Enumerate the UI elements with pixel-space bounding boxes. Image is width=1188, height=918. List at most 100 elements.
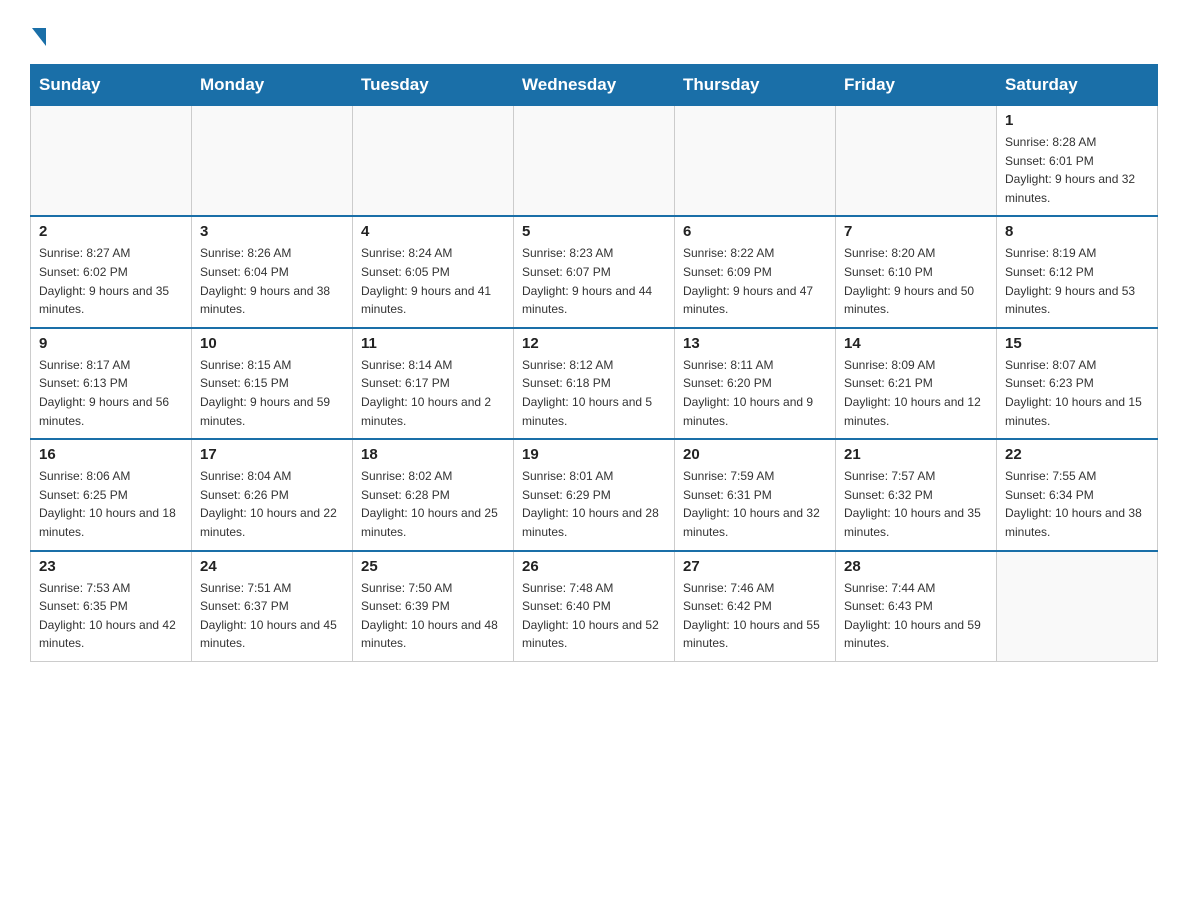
calendar-cell: 12 Sunrise: 8:12 AM Sunset: 6:18 PM Dayli… [514,328,675,439]
week-row-3: 9 Sunrise: 8:17 AM Sunset: 6:13 PM Daylig… [31,328,1158,439]
header-thursday: Thursday [675,65,836,106]
calendar-cell: 10 Sunrise: 8:15 AM Sunset: 6:15 PM Dayli… [192,328,353,439]
calendar-cell [192,106,353,217]
day-info: Sunrise: 7:51 AM Sunset: 6:37 PM Dayligh… [200,579,344,653]
week-row-1: 1Sunrise: 8:28 AM Sunset: 6:01 PM Daylig… [31,106,1158,217]
header-wednesday: Wednesday [514,65,675,106]
day-number: 8 [1005,223,1149,240]
day-number: 13 [683,335,827,352]
calendar-table: Sunday Monday Tuesday Wednesday Thursday… [30,64,1158,662]
week-row-2: 2Sunrise: 8:27 AM Sunset: 6:02 PM Daylig… [31,216,1158,327]
calendar-cell [514,106,675,217]
calendar-cell: 18 Sunrise: 8:02 AM Sunset: 6:28 PM Dayli… [353,439,514,550]
calendar-cell: 17 Sunrise: 8:04 AM Sunset: 6:26 PM Dayli… [192,439,353,550]
day-info: Sunrise: 8:15 AM Sunset: 6:15 PM Dayligh… [200,356,344,430]
day-info: Sunrise: 8:07 AM Sunset: 6:23 PM Dayligh… [1005,356,1149,430]
day-number: 6 [683,223,827,240]
day-info: Sunrise: 7:48 AM Sunset: 6:40 PM Dayligh… [522,579,666,653]
day-info: Sunrise: 8:09 AM Sunset: 6:21 PM Dayligh… [844,356,988,430]
day-number: 10 [200,335,344,352]
day-info: Sunrise: 8:12 AM Sunset: 6:18 PM Dayligh… [522,356,666,430]
day-number: 24 [200,558,344,575]
week-row-5: 23Sunrise: 7:53 AM Sunset: 6:35 PM Dayli… [31,551,1158,662]
calendar-cell: 13Sunrise: 8:11 AM Sunset: 6:20 PM Dayli… [675,328,836,439]
day-info: Sunrise: 8:24 AM Sunset: 6:05 PM Dayligh… [361,244,505,318]
day-number: 12 [522,335,666,352]
day-info: Sunrise: 8:22 AM Sunset: 6:09 PM Dayligh… [683,244,827,318]
day-info: Sunrise: 8:19 AM Sunset: 6:12 PM Dayligh… [1005,244,1149,318]
header-saturday: Saturday [997,65,1158,106]
day-number: 22 [1005,446,1149,463]
day-number: 27 [683,558,827,575]
calendar-cell: 22 Sunrise: 7:55 AM Sunset: 6:34 PM Dayli… [997,439,1158,550]
calendar-cell: 25 Sunrise: 7:50 AM Sunset: 6:39 PM Dayli… [353,551,514,662]
day-number: 9 [39,335,183,352]
day-number: 28 [844,558,988,575]
day-info: Sunrise: 8:23 AM Sunset: 6:07 PM Dayligh… [522,244,666,318]
day-number: 14 [844,335,988,352]
day-number: 4 [361,223,505,240]
calendar-cell: 19 Sunrise: 8:01 AM Sunset: 6:29 PM Dayli… [514,439,675,550]
day-info: Sunrise: 7:55 AM Sunset: 6:34 PM Dayligh… [1005,467,1149,541]
calendar-cell: 8 Sunrise: 8:19 AM Sunset: 6:12 PM Daylig… [997,216,1158,327]
calendar-cell [353,106,514,217]
day-number: 19 [522,446,666,463]
day-info: Sunrise: 7:44 AM Sunset: 6:43 PM Dayligh… [844,579,988,653]
day-info: Sunrise: 7:46 AM Sunset: 6:42 PM Dayligh… [683,579,827,653]
day-number: 7 [844,223,988,240]
calendar-cell [31,106,192,217]
day-info: Sunrise: 7:57 AM Sunset: 6:32 PM Dayligh… [844,467,988,541]
day-info: Sunrise: 7:50 AM Sunset: 6:39 PM Dayligh… [361,579,505,653]
calendar-cell: 6 Sunrise: 8:22 AM Sunset: 6:09 PM Daylig… [675,216,836,327]
calendar-cell: 20 Sunrise: 7:59 AM Sunset: 6:31 PM Dayli… [675,439,836,550]
day-number: 16 [39,446,183,463]
calendar-cell: 14 Sunrise: 8:09 AM Sunset: 6:21 PM Dayli… [836,328,997,439]
calendar-cell: 1Sunrise: 8:28 AM Sunset: 6:01 PM Daylig… [997,106,1158,217]
calendar-cell: 15 Sunrise: 8:07 AM Sunset: 6:23 PM Dayli… [997,328,1158,439]
day-number: 5 [522,223,666,240]
day-number: 18 [361,446,505,463]
day-info: Sunrise: 8:14 AM Sunset: 6:17 PM Dayligh… [361,356,505,430]
calendar-cell: 27 Sunrise: 7:46 AM Sunset: 6:42 PM Dayli… [675,551,836,662]
calendar-cell [675,106,836,217]
calendar-cell: 4 Sunrise: 8:24 AM Sunset: 6:05 PM Daylig… [353,216,514,327]
day-info: Sunrise: 8:04 AM Sunset: 6:26 PM Dayligh… [200,467,344,541]
day-number: 17 [200,446,344,463]
calendar-cell: 28 Sunrise: 7:44 AM Sunset: 6:43 PM Dayli… [836,551,997,662]
calendar-cell: 5 Sunrise: 8:23 AM Sunset: 6:07 PM Daylig… [514,216,675,327]
week-row-4: 16 Sunrise: 8:06 AM Sunset: 6:25 PM Dayli… [31,439,1158,550]
day-number: 21 [844,446,988,463]
day-info: Sunrise: 7:59 AM Sunset: 6:31 PM Dayligh… [683,467,827,541]
day-number: 15 [1005,335,1149,352]
calendar-cell: 3 Sunrise: 8:26 AM Sunset: 6:04 PM Daylig… [192,216,353,327]
day-info: Sunrise: 8:20 AM Sunset: 6:10 PM Dayligh… [844,244,988,318]
header-sunday: Sunday [31,65,192,106]
calendar-cell [836,106,997,217]
day-info: Sunrise: 8:17 AM Sunset: 6:13 PM Dayligh… [39,356,183,430]
calendar-cell: 9 Sunrise: 8:17 AM Sunset: 6:13 PM Daylig… [31,328,192,439]
day-number: 2 [39,223,183,240]
calendar-cell: 7 Sunrise: 8:20 AM Sunset: 6:10 PM Daylig… [836,216,997,327]
header-tuesday: Tuesday [353,65,514,106]
calendar-cell: 23Sunrise: 7:53 AM Sunset: 6:35 PM Dayli… [31,551,192,662]
calendar-cell: 2Sunrise: 8:27 AM Sunset: 6:02 PM Daylig… [31,216,192,327]
day-info: Sunrise: 7:53 AM Sunset: 6:35 PM Dayligh… [39,579,183,653]
header-monday: Monday [192,65,353,106]
day-info: Sunrise: 8:06 AM Sunset: 6:25 PM Dayligh… [39,467,183,541]
day-number: 3 [200,223,344,240]
weekday-header-row: Sunday Monday Tuesday Wednesday Thursday… [31,65,1158,106]
calendar-cell: 16 Sunrise: 8:06 AM Sunset: 6:25 PM Dayli… [31,439,192,550]
calendar-cell: 21 Sunrise: 7:57 AM Sunset: 6:32 PM Dayli… [836,439,997,550]
day-info: Sunrise: 8:02 AM Sunset: 6:28 PM Dayligh… [361,467,505,541]
day-number: 11 [361,335,505,352]
day-info: Sunrise: 8:01 AM Sunset: 6:29 PM Dayligh… [522,467,666,541]
page-header [30,20,1158,44]
day-number: 25 [361,558,505,575]
day-number: 20 [683,446,827,463]
day-info: Sunrise: 8:26 AM Sunset: 6:04 PM Dayligh… [200,244,344,318]
calendar-cell: 11 Sunrise: 8:14 AM Sunset: 6:17 PM Dayli… [353,328,514,439]
calendar-cell: 24 Sunrise: 7:51 AM Sunset: 6:37 PM Dayli… [192,551,353,662]
header-friday: Friday [836,65,997,106]
day-info: Sunrise: 8:28 AM Sunset: 6:01 PM Dayligh… [1005,133,1149,207]
logo-arrow-icon [32,28,46,46]
